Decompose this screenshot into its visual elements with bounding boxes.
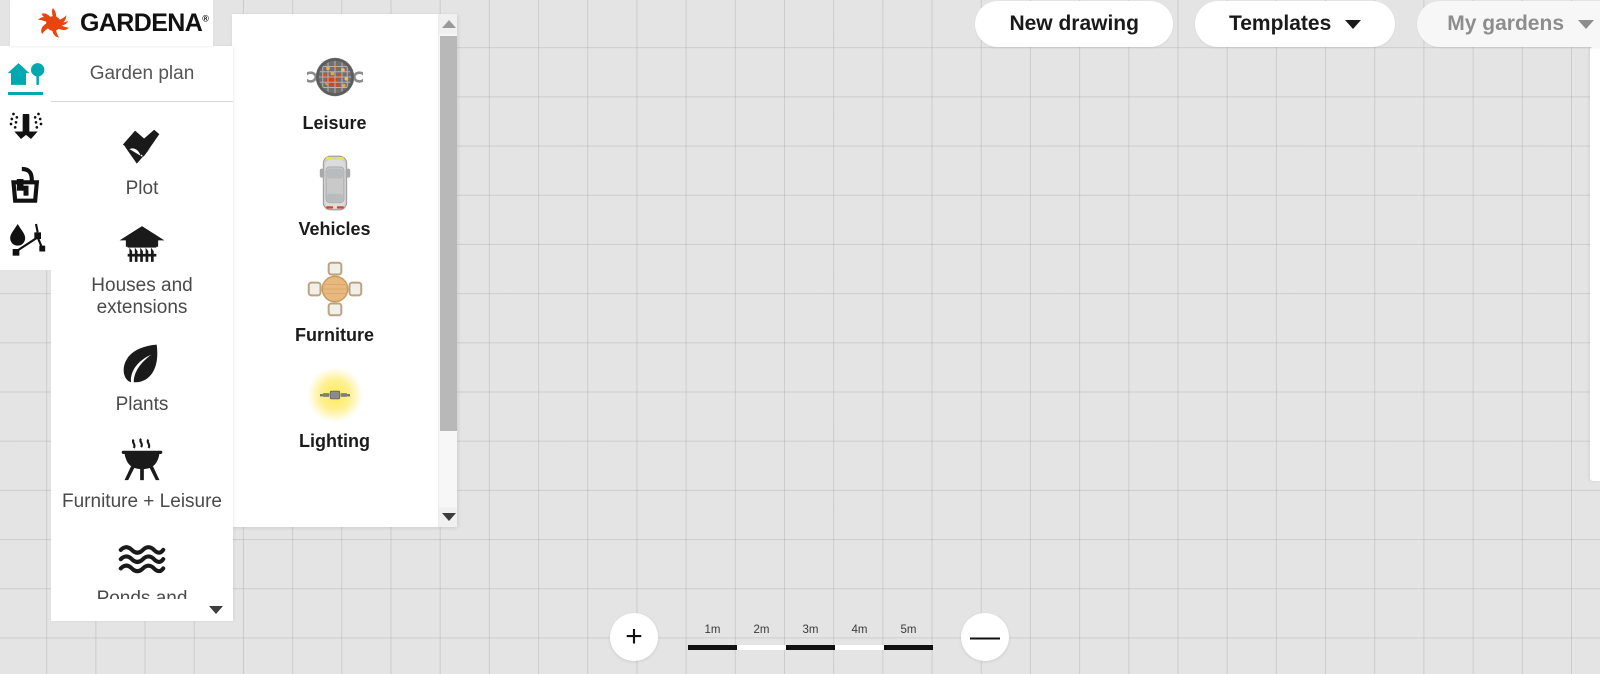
- lamp-glow-icon: [304, 365, 366, 425]
- subcategory-item-furniture[interactable]: Furniture: [232, 248, 437, 354]
- water-waves-icon: [118, 533, 166, 579]
- sidebar-item-micro-drip[interactable]: [0, 211, 51, 266]
- table-chairs-top-view-icon: [306, 259, 364, 319]
- chevron-down-icon: [1345, 19, 1362, 29]
- subcategory-item-vehicles[interactable]: Vehicles: [232, 142, 437, 248]
- scale-label-2m: 2m: [753, 624, 770, 636]
- scale-label-4m: 4m: [851, 624, 868, 636]
- scale-segment: [884, 645, 933, 650]
- sidebar-item-water-tap[interactable]: [0, 156, 51, 211]
- scale-label-5m: 5m: [900, 624, 917, 636]
- leaf-icon: [120, 339, 164, 385]
- bbq-grill-icon: [119, 436, 165, 482]
- sidebar-item-sprinkler[interactable]: [0, 101, 51, 156]
- plot-pen-icon: [116, 123, 168, 169]
- left-icon-rail: [0, 46, 51, 270]
- subcategory-item-lighting-label: Lighting: [299, 431, 370, 451]
- scale-bar-labels: 1m 2m 3m 4m 5m: [688, 624, 933, 639]
- submenu-scrollbar[interactable]: [438, 14, 457, 527]
- subcategory-item-leisure-label: Leisure: [302, 113, 367, 133]
- scale-segment: [835, 645, 884, 650]
- sprinkler-icon: [9, 112, 42, 139]
- triangle-up-icon: [441, 20, 456, 28]
- category-list: Plot Houses and extensions Plants Furnit…: [51, 102, 233, 620]
- triangle-down-icon: [441, 513, 456, 521]
- subcategory-item-furniture-label: Furniture: [295, 325, 374, 345]
- subcategory-item-lighting[interactable]: Lighting: [232, 354, 437, 460]
- sidebar-item-garden-plan[interactable]: [0, 46, 51, 101]
- car-top-view-icon: [318, 153, 352, 213]
- bbq-top-view-icon: [306, 47, 363, 107]
- templates-button[interactable]: Templates: [1194, 1, 1396, 47]
- category-item-furniture-leisure[interactable]: Furniture + Leisure: [51, 425, 233, 522]
- scale-label-1m: 1m: [704, 624, 721, 636]
- category-item-plants-label: Plants: [115, 393, 169, 415]
- scale-bar: 1m 2m 3m 4m 5m: [688, 624, 933, 650]
- gardena-flower-icon: [38, 7, 69, 37]
- chevron-down-icon: [1578, 19, 1594, 29]
- trademark-symbol: ®: [202, 13, 209, 24]
- subcategory-item-leisure[interactable]: Leisure: [232, 36, 437, 142]
- subcategory-list: Leisure Vehicles Furniture Lighting: [232, 14, 437, 460]
- menu-scroll-down-button[interactable]: [51, 599, 233, 621]
- zoom-in-label: +: [625, 620, 643, 653]
- new-drawing-label: New drawing: [1009, 12, 1139, 35]
- my-gardens-button[interactable]: My gardens: [1417, 1, 1600, 47]
- scale-segment: [737, 645, 786, 650]
- tab-garden-plan[interactable]: Garden plan: [51, 46, 233, 102]
- tab-garden-plan-label: Garden plan: [89, 62, 195, 84]
- scale-segment: [688, 645, 737, 650]
- scrollbar-down-button[interactable]: [439, 507, 457, 527]
- new-drawing-button[interactable]: New drawing: [975, 1, 1173, 47]
- scrollbar-thumb[interactable]: [440, 36, 457, 431]
- zoom-in-button[interactable]: +: [610, 613, 658, 661]
- templates-label: Templates: [1228, 12, 1332, 35]
- right-side-panel[interactable]: [1590, 47, 1600, 481]
- zoom-out-label: —: [970, 620, 1000, 653]
- category-item-plot[interactable]: Plot: [51, 112, 233, 209]
- house-tree-icon: [7, 62, 44, 85]
- app-root: New drawing Templates My gardens GARDENA…: [0, 0, 1600, 674]
- category-item-plot-label: Plot: [125, 178, 159, 199]
- category-item-furniture-leisure-label: Furniture + Leisure: [62, 491, 222, 513]
- scale-bar-ticks: [688, 645, 933, 650]
- house-fence-icon: [116, 220, 168, 266]
- drip-network-icon: [9, 223, 45, 256]
- my-gardens-label: My gardens: [1447, 12, 1564, 35]
- scale-label-3m: 3m: [802, 624, 819, 636]
- top-toolbar: New drawing Templates My gardens: [975, 0, 1600, 48]
- main-category-menu: Garden plan Plot Houses and extensions P…: [51, 46, 233, 621]
- triangle-down-icon: [209, 606, 223, 614]
- zoom-out-button[interactable]: —: [961, 613, 1009, 661]
- tap-bucket-icon: [10, 166, 39, 203]
- category-item-houses[interactable]: Houses and extensions: [51, 209, 233, 328]
- subcategory-item-vehicles-label: Vehicles: [298, 219, 371, 239]
- category-item-houses-label: Houses and extensions: [91, 275, 193, 318]
- brand-logo[interactable]: GARDENA®: [10, 0, 213, 46]
- brand-wordmark: GARDENA®: [80, 8, 209, 37]
- category-item-plants[interactable]: Plants: [51, 328, 233, 425]
- scale-segment: [786, 645, 835, 650]
- subcategory-flyout: Leisure Vehicles Furniture Lighting: [232, 14, 457, 527]
- scrollbar-up-button[interactable]: [439, 14, 457, 34]
